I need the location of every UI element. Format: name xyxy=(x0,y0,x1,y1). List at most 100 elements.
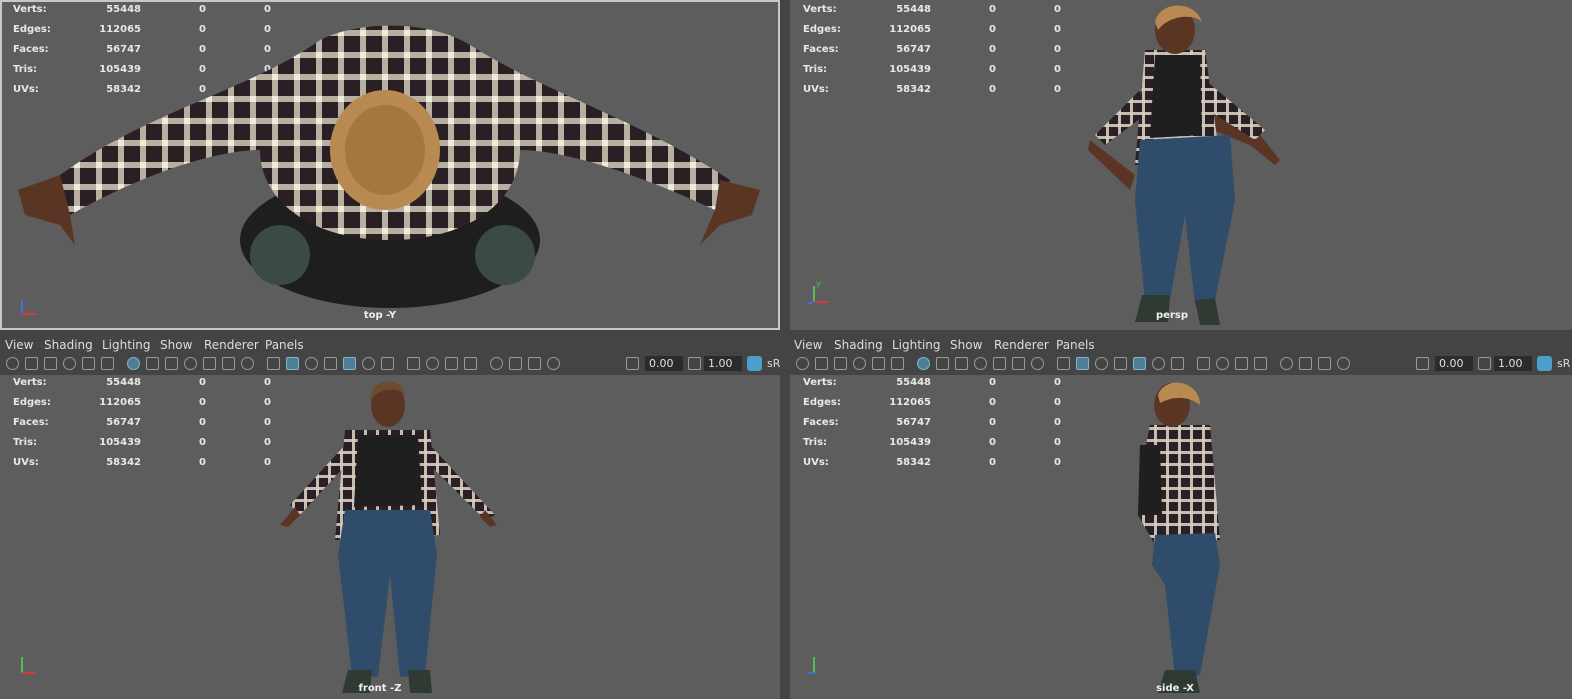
exposure-field[interactable]: 0.00 xyxy=(645,356,683,371)
menu-renderer[interactable]: Renderer xyxy=(994,338,1049,352)
safe-title-icon[interactable] xyxy=(241,357,254,370)
exposure-icon[interactable] xyxy=(626,357,639,370)
menu-view[interactable]: View xyxy=(794,338,822,352)
axis-y-label: y xyxy=(816,279,821,288)
bookmark-icon[interactable] xyxy=(834,357,847,370)
multisample-aa-icon[interactable] xyxy=(445,357,458,370)
menu-renderer[interactable]: Renderer xyxy=(204,338,259,352)
camera-label-persp: persp xyxy=(1156,310,1188,321)
gate-mask-icon[interactable] xyxy=(184,357,197,370)
panel-toolbar: 0.00 1.00 sR xyxy=(790,354,1572,374)
field-chart-icon[interactable] xyxy=(203,357,216,370)
backface-cull-icon[interactable] xyxy=(547,357,560,370)
menu-shading[interactable]: Shading xyxy=(834,338,883,352)
camera-label-front: front -Z xyxy=(358,683,402,694)
wireframe-icon[interactable] xyxy=(1057,357,1070,370)
wireframe-on-shaded-icon[interactable] xyxy=(324,357,337,370)
isolate-select-icon[interactable] xyxy=(1280,357,1293,370)
2d-pan-icon[interactable] xyxy=(891,357,904,370)
smooth-shade-icon[interactable] xyxy=(1076,357,1089,370)
character-model-top-view[interactable] xyxy=(0,0,780,330)
viewport-top[interactable]: Verts: 55448 0 0 Edges: 112065 0 0 Faces: 56747… xyxy=(0,0,780,330)
viewport-front[interactable]: Verts: 55448 0 0 Edges: 112065 0 0 Faces: 56747… xyxy=(0,375,780,699)
xray-active-icon[interactable] xyxy=(528,357,541,370)
menu-show[interactable]: Show xyxy=(950,338,982,352)
exposure-icon[interactable] xyxy=(1416,357,1429,370)
camera-icon[interactable] xyxy=(796,357,809,370)
gate-mask-icon[interactable] xyxy=(974,357,987,370)
colorspace-label: sR xyxy=(1557,357,1571,370)
film-gate-icon[interactable] xyxy=(936,357,949,370)
safe-action-icon[interactable] xyxy=(222,357,235,370)
axis-indicator xyxy=(14,649,44,679)
menu-lighting[interactable]: Lighting xyxy=(102,338,151,352)
use-default-material-icon[interactable] xyxy=(1095,357,1108,370)
image-plane-icon[interactable] xyxy=(853,357,866,370)
isolate-select-icon[interactable] xyxy=(490,357,503,370)
color-management-icon[interactable] xyxy=(747,356,762,371)
xray-icon[interactable] xyxy=(1133,357,1146,370)
default-light-icon[interactable] xyxy=(362,357,375,370)
wireframe-on-shaded-icon[interactable] xyxy=(1114,357,1127,370)
use-default-material-icon[interactable] xyxy=(305,357,318,370)
camera-attr-icon[interactable] xyxy=(815,357,828,370)
color-management-icon[interactable] xyxy=(1537,356,1552,371)
2d-pan-icon[interactable] xyxy=(101,357,114,370)
camera-icon[interactable] xyxy=(6,357,19,370)
camera-attr-icon[interactable] xyxy=(25,357,38,370)
smooth-shade-icon[interactable] xyxy=(286,357,299,370)
shadows-icon[interactable] xyxy=(381,357,394,370)
bookmark-icon[interactable] xyxy=(44,357,57,370)
safe-action-icon[interactable] xyxy=(1012,357,1025,370)
menu-view[interactable]: View xyxy=(5,338,33,352)
menu-panels[interactable]: Panels xyxy=(1056,338,1095,352)
multisample-aa-icon[interactable] xyxy=(1235,357,1248,370)
vertical-pane-divider[interactable] xyxy=(780,0,790,699)
grease-pencil-icon[interactable] xyxy=(872,357,885,370)
field-chart-icon[interactable] xyxy=(993,357,1006,370)
grid-icon[interactable] xyxy=(127,357,140,370)
screen-ao-icon[interactable] xyxy=(407,357,420,370)
xray-joints-icon[interactable] xyxy=(1299,357,1312,370)
menu-panels[interactable]: Panels xyxy=(265,338,304,352)
motion-blur-icon[interactable] xyxy=(426,357,439,370)
character-model-side-view[interactable] xyxy=(790,375,1572,699)
menu-lighting[interactable]: Lighting xyxy=(892,338,941,352)
xray-joints-icon[interactable] xyxy=(509,357,522,370)
motion-blur-icon[interactable] xyxy=(1216,357,1229,370)
xray-active-icon[interactable] xyxy=(1318,357,1331,370)
exposure-field[interactable]: 0.00 xyxy=(1435,356,1473,371)
menu-show[interactable]: Show xyxy=(160,338,192,352)
gamma-icon[interactable] xyxy=(1478,357,1491,370)
character-model-persp-view[interactable] xyxy=(790,0,1572,330)
shadows-icon[interactable] xyxy=(1171,357,1184,370)
wireframe-icon[interactable] xyxy=(267,357,280,370)
xray-icon[interactable] xyxy=(343,357,356,370)
viewport-persp[interactable]: Verts: 55448 0 0 Edges: 112065 0 0 Faces: 56747… xyxy=(790,0,1572,330)
grease-pencil-icon[interactable] xyxy=(82,357,95,370)
viewport-side[interactable]: Verts: 55448 0 0 Edges: 112065 0 0 Faces: 56747… xyxy=(790,375,1572,699)
gamma-field[interactable]: 1.00 xyxy=(704,356,742,371)
gamma-field[interactable]: 1.00 xyxy=(1494,356,1532,371)
resolution-gate-icon[interactable] xyxy=(165,357,178,370)
axis-indicator xyxy=(14,292,44,322)
screen-ao-icon[interactable] xyxy=(1197,357,1210,370)
character-model-front-view[interactable] xyxy=(0,375,780,699)
safe-title-icon[interactable] xyxy=(1031,357,1044,370)
depth-of-field-icon[interactable] xyxy=(1254,357,1267,370)
panel-menu-bar: View Shading Lighting Show Renderer Pane… xyxy=(790,336,1572,354)
menu-shading[interactable]: Shading xyxy=(44,338,93,352)
camera-label-side: side -X xyxy=(1156,683,1194,694)
camera-label-top: top -Y xyxy=(363,310,397,321)
panel-toolbar: 0.00 1.00 sR xyxy=(0,354,780,374)
depth-of-field-icon[interactable] xyxy=(464,357,477,370)
default-light-icon[interactable] xyxy=(1152,357,1165,370)
resolution-gate-icon[interactable] xyxy=(955,357,968,370)
panel-menu-bar: View Shading Lighting Show Renderer Pane… xyxy=(0,336,780,354)
image-plane-icon[interactable] xyxy=(63,357,76,370)
film-gate-icon[interactable] xyxy=(146,357,159,370)
gamma-icon[interactable] xyxy=(688,357,701,370)
grid-icon[interactable] xyxy=(917,357,930,370)
axis-indicator: y xyxy=(804,278,834,308)
backface-cull-icon[interactable] xyxy=(1337,357,1350,370)
